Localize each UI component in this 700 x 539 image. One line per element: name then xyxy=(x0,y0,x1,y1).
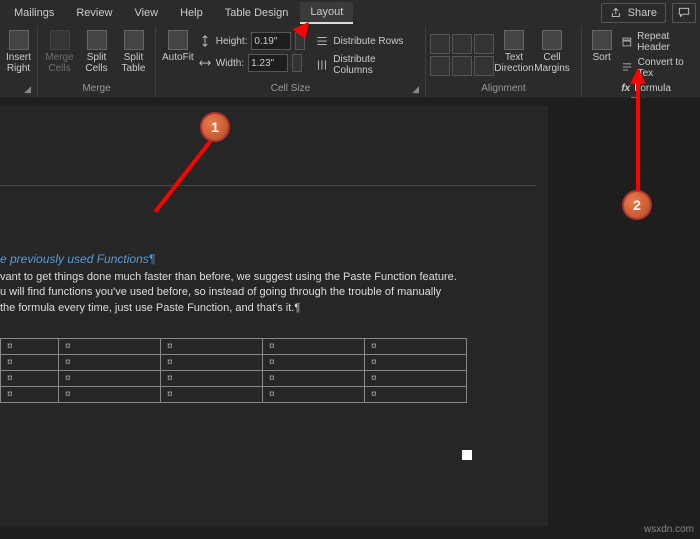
tab-help[interactable]: Help xyxy=(170,3,213,23)
autofit-label: AutoFit xyxy=(162,52,194,63)
table-row[interactable]: ¤¤¤¤¤ xyxy=(1,339,467,355)
align-mid-center[interactable] xyxy=(452,56,472,76)
share-label: Share xyxy=(628,7,657,19)
distribute-columns-icon xyxy=(315,58,329,72)
insert-right-button[interactable]: Insert Right xyxy=(4,28,33,76)
width-icon xyxy=(198,56,212,70)
paragraph-line1: vant to get things done much faster than… xyxy=(0,270,536,285)
group-data: Sort Repeat Header Convert to Tex fx For… xyxy=(582,26,700,97)
table-row[interactable]: ¤¤¤¤¤ xyxy=(1,355,467,371)
tab-view[interactable]: View xyxy=(124,3,168,23)
callout-badge-2: 2 xyxy=(622,190,652,220)
cell-margins-icon xyxy=(542,30,562,50)
align-top-right[interactable] xyxy=(474,34,494,54)
callout-arrow-2 xyxy=(636,80,640,192)
formula-icon: fx xyxy=(621,83,630,94)
comments-button[interactable] xyxy=(672,3,696,23)
repeat-header-button[interactable]: Repeat Header xyxy=(619,30,696,54)
sample-table[interactable]: ¤¤¤¤¤ ¤¤¤¤¤ ¤¤¤¤¤ ¤¤¤¤¤ xyxy=(0,338,467,403)
ribbon-right: Share xyxy=(601,3,696,23)
paragraph-line2: u will find functions you've used before… xyxy=(0,285,536,300)
group-merge: Merge Cells Split Cells Split Table Merg… xyxy=(38,26,156,97)
alignment-group-label: Alignment xyxy=(430,82,577,97)
merge-cells-label: Merge Cells xyxy=(44,52,75,74)
height-label: Height: xyxy=(216,36,248,47)
text-direction-icon xyxy=(504,30,524,50)
width-input[interactable] xyxy=(248,54,288,72)
split-cells-icon xyxy=(87,30,107,50)
distribute-columns-label: Distribute Columns xyxy=(333,54,417,76)
sort-label: Sort xyxy=(592,52,610,63)
text-direction-label: Text Direction xyxy=(494,52,533,74)
sort-button[interactable]: Sort xyxy=(586,28,617,65)
width-spinner[interactable] xyxy=(292,54,302,72)
text-direction-button[interactable]: Text Direction xyxy=(496,28,532,76)
align-mid-left[interactable] xyxy=(430,56,450,76)
heading-text: e previously used Functions¶ xyxy=(0,252,536,266)
dialog-launcher-icon[interactable]: ◢ xyxy=(412,84,419,95)
width-label: Width: xyxy=(216,58,244,69)
distribute-columns-button[interactable]: Distribute Columns xyxy=(315,54,417,76)
cell-margins-label: Cell Margins xyxy=(534,52,570,74)
group-alignment: Text Direction Cell Margins Alignment xyxy=(426,26,582,97)
merge-cells-button: Merge Cells xyxy=(42,28,77,76)
cell-size-group-label: Cell Size◢ xyxy=(160,82,421,97)
align-top-left[interactable] xyxy=(430,34,450,54)
distribute-rows-icon xyxy=(315,34,329,48)
ribbon-body: Insert Right ◢ Merge Cells Split Cells S… xyxy=(0,26,700,98)
table-resize-handle[interactable] xyxy=(462,450,472,460)
share-button[interactable]: Share xyxy=(601,3,666,23)
split-cells-button[interactable]: Split Cells xyxy=(79,28,114,76)
insert-right-icon xyxy=(9,30,29,50)
table-row[interactable]: ¤¤¤¤¤ xyxy=(1,387,467,403)
height-icon xyxy=(198,34,212,48)
watermark: wsxdn.com xyxy=(644,524,694,535)
split-table-button[interactable]: Split Table xyxy=(116,28,151,76)
split-cells-label: Split Cells xyxy=(81,52,112,74)
repeat-header-label: Repeat Header xyxy=(637,31,694,53)
align-mid-right[interactable] xyxy=(474,56,494,76)
distribute-rows-label: Distribute Rows xyxy=(333,36,403,47)
comment-icon xyxy=(677,6,691,20)
tab-mailings[interactable]: Mailings xyxy=(4,3,64,23)
distribute-rows-button[interactable]: Distribute Rows xyxy=(315,34,417,48)
align-top-center[interactable] xyxy=(452,34,472,54)
table-row[interactable]: ¤¤¤¤¤ xyxy=(1,371,467,387)
ribbon-tabs: Mailings Review View Help Table Design L… xyxy=(0,0,700,26)
dialog-launcher-icon[interactable]: ◢ xyxy=(24,84,31,95)
height-input[interactable] xyxy=(251,32,291,50)
repeat-header-icon xyxy=(621,35,633,49)
merge-cells-icon xyxy=(50,30,70,50)
cell-dimensions: Height: Width: xyxy=(198,28,306,72)
insert-right-label: Insert Right xyxy=(6,52,31,74)
alignment-grid xyxy=(430,28,494,76)
distribute-buttons: Distribute Rows Distribute Columns xyxy=(307,28,421,76)
document-area[interactable]: e previously used Functions¶ vant to get… xyxy=(0,98,700,539)
paragraph-line3: the formula every time, just use Paste F… xyxy=(0,301,536,316)
tab-table-design[interactable]: Table Design xyxy=(215,3,299,23)
page: e previously used Functions¶ vant to get… xyxy=(0,106,548,526)
cell-margins-button[interactable]: Cell Margins xyxy=(534,28,570,76)
group-rows-columns: Insert Right ◢ xyxy=(0,26,38,97)
split-table-icon xyxy=(124,30,144,50)
share-icon xyxy=(610,6,624,20)
tab-review[interactable]: Review xyxy=(66,3,122,23)
split-table-label: Split Table xyxy=(118,52,149,74)
merge-group-label: Merge xyxy=(42,82,151,97)
group-cell-size: AutoFit Height: Width: xyxy=(156,26,426,97)
autofit-button[interactable]: AutoFit xyxy=(160,28,196,65)
sort-icon xyxy=(592,30,612,50)
callout-arrowhead-2 xyxy=(630,68,646,84)
convert-text-label: Convert to Tex xyxy=(638,57,694,79)
autofit-icon xyxy=(168,30,188,50)
callout-badge-1: 1 xyxy=(200,112,230,142)
